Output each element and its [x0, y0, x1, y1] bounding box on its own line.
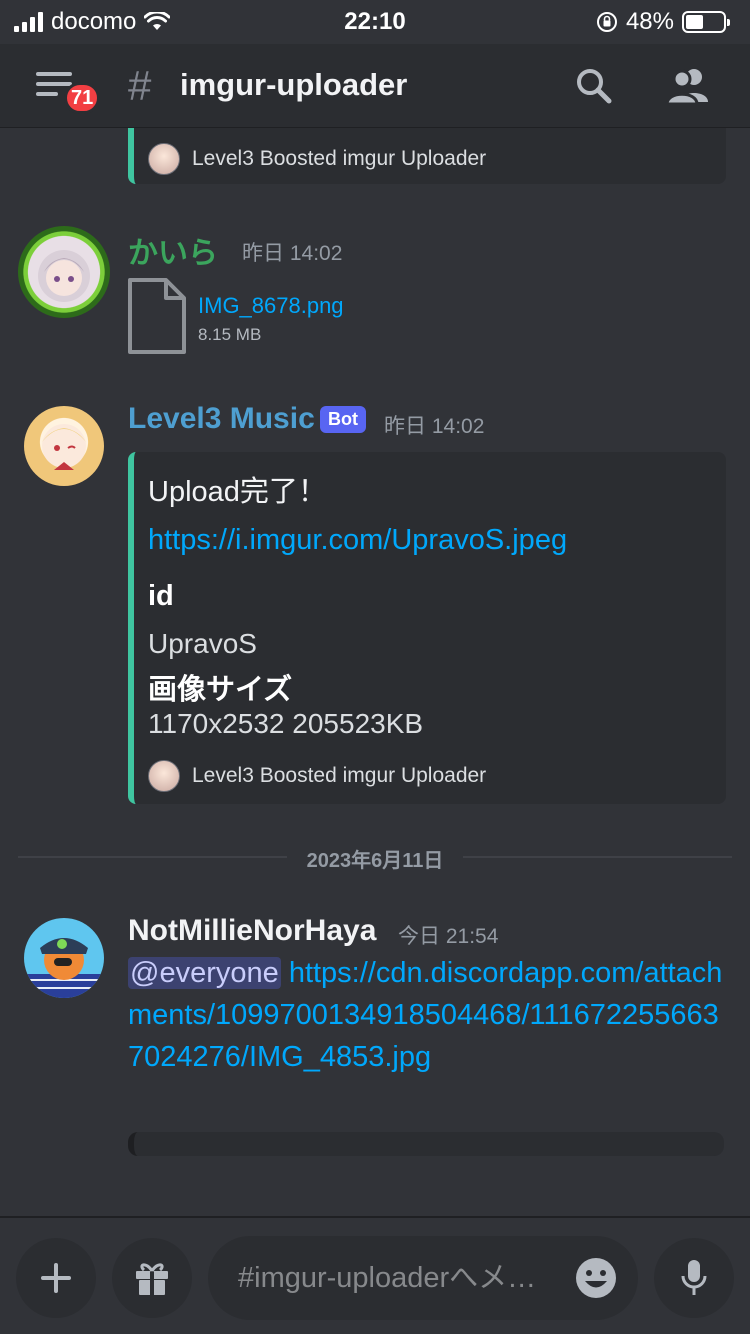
attachment-filename[interactable]: IMG_8678.png: [198, 293, 344, 319]
embed-footer: Level3 Boosted imgur Uploader: [148, 143, 486, 175]
status-left: docomo: [14, 8, 171, 36]
battery-fill: [686, 15, 704, 29]
everyone-mention[interactable]: @everyone: [128, 957, 281, 989]
message-timestamp: 昨日 14:02: [384, 415, 485, 438]
embed-field-value: UpravoS: [148, 628, 257, 659]
avatar[interactable]: [24, 918, 104, 998]
username[interactable]: NotMillieNorHaya: [128, 914, 376, 948]
plus-icon[interactable]: [16, 1238, 96, 1318]
embed-field-value: 1170x2532 205523KB: [148, 708, 424, 739]
embed-footer-text: Level3 Boosted imgur Uploader: [192, 764, 487, 787]
bot-tag: Bot: [320, 406, 366, 433]
message-timestamp: 今日 21:54: [398, 925, 499, 948]
embed-footer: Level3 Boosted imgur Uploader: [148, 760, 486, 792]
emoji-icon[interactable]: [572, 1254, 620, 1302]
battery-icon: [682, 11, 730, 33]
channel-title[interactable]: imgur-uploader: [180, 67, 407, 103]
avatar[interactable]: [24, 406, 104, 486]
message-composer: [0, 1216, 750, 1334]
bot-mini-avatar: [148, 143, 180, 175]
anime-avatar-image: [38, 250, 90, 302]
message-list[interactable]: Level3 Boosted imgur Uploader かいら 昨日 14:…: [0, 128, 750, 1216]
date-divider-label: 2023年6月11日: [286, 850, 464, 872]
anime-avatar-image: [42, 424, 86, 470]
attachment-size: 8.15 MB: [198, 325, 262, 344]
status-bar: docomo 22:10 48%: [0, 0, 750, 44]
wifi-icon: [144, 12, 171, 30]
bot-mini-avatar: [148, 760, 180, 792]
unread-badge: 71: [64, 82, 101, 114]
embed-card: Upload完了！ https://i.imgur.com/UpravoS.jp…: [128, 452, 726, 804]
embed-field-name: 画像サイズ: [148, 674, 293, 706]
avatar[interactable]: [18, 226, 110, 318]
battery-percent: 48%: [625, 8, 674, 35]
members-icon[interactable]: [664, 62, 712, 110]
hamburger-icon[interactable]: 71: [36, 68, 101, 114]
status-right: 48%: [596, 8, 730, 36]
message-content: @everyone https://cdn.discordapp.com/att…: [128, 952, 728, 1078]
channel-header: 71 # imgur-uploader: [0, 44, 750, 128]
channel-hash-icon: #: [128, 62, 152, 109]
orientation-lock-icon: [596, 12, 617, 32]
date-divider: 2023年6月11日: [0, 844, 750, 873]
microphone-icon[interactable]: [654, 1238, 734, 1318]
search-icon[interactable]: [570, 62, 618, 110]
gift-icon[interactable]: [112, 1238, 192, 1318]
embed-field-name: id: [148, 580, 174, 612]
embed-card-partial: Level3 Boosted imgur Uploader: [128, 128, 726, 184]
embed-description: Upload完了！: [148, 476, 327, 508]
message-timestamp: 昨日 14:02: [242, 242, 343, 265]
embed-footer-text: Level3 Boosted imgur Uploader: [192, 147, 487, 170]
file-icon[interactable]: [126, 276, 188, 356]
username[interactable]: かいら: [128, 228, 218, 272]
carrier-label: docomo: [51, 8, 137, 35]
avatar-image: [24, 938, 104, 998]
embed-placeholder: [128, 1132, 724, 1156]
signal-icon: [14, 12, 43, 32]
embed-link[interactable]: https://i.imgur.com/UpravoS.jpeg: [148, 524, 567, 557]
username[interactable]: Level3 Music: [128, 402, 315, 436]
